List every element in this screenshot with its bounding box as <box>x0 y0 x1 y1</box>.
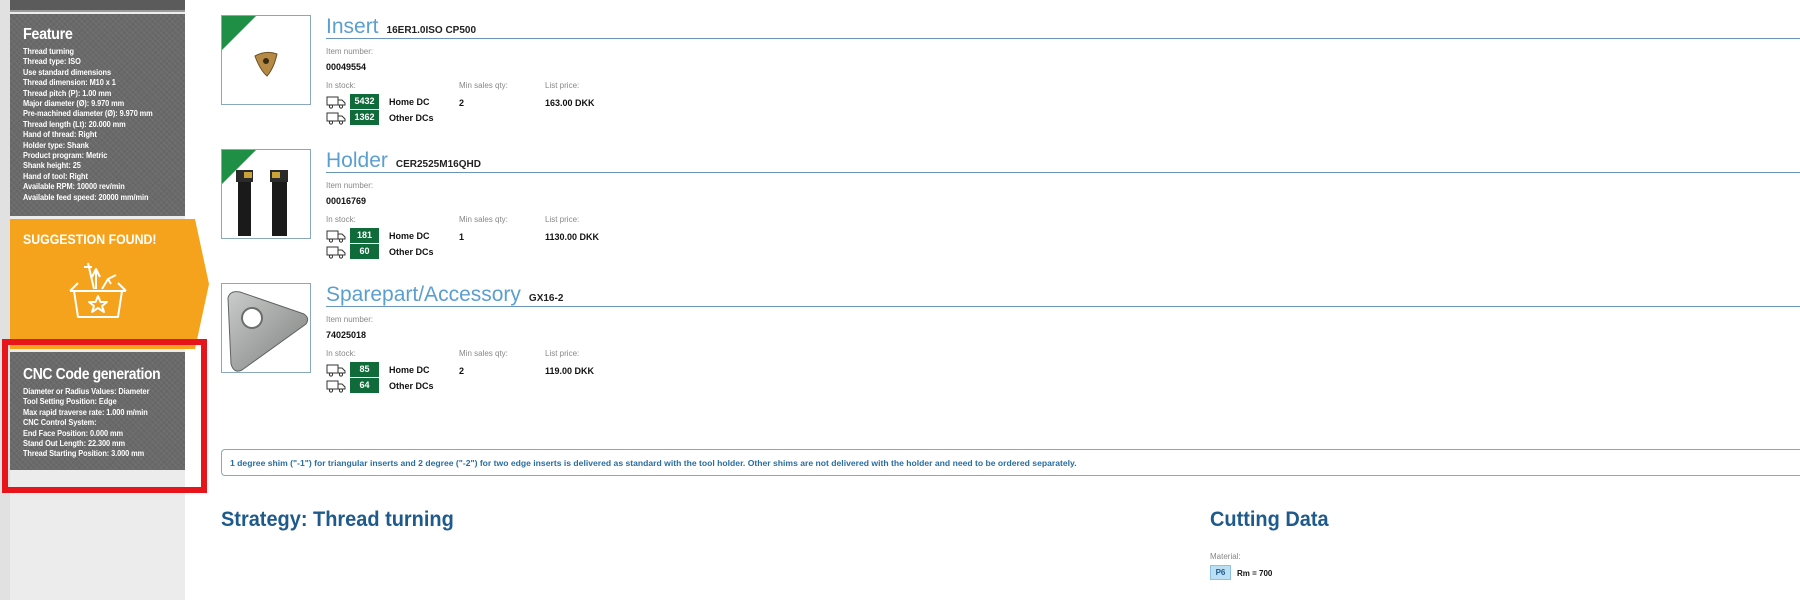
highlight-box <box>2 339 207 493</box>
product-sparepart: Sparepart/Accessory GX16-2 Item number: 7… <box>221 283 1800 393</box>
stock-count-badge: 64 <box>350 378 379 393</box>
min-sales-qty-label: Min sales qty: <box>459 215 508 224</box>
item-number-value: 74025018 <box>326 330 367 340</box>
product-code: CER2525M16QHD <box>395 159 481 170</box>
strategy-heading: Strategy: Thread turning <box>221 508 454 531</box>
min-sales-qty-value: 1 <box>459 232 465 242</box>
new-corner-badge <box>222 16 256 50</box>
product-title-row: Insert 16ER1.0ISO CP500 <box>326 15 1800 39</box>
stock-count-badge: 1362 <box>350 110 379 125</box>
list-price-value: 1130.00 DKK <box>545 232 600 242</box>
item-number-value: 00016769 <box>326 196 367 206</box>
home-dc-label: Home DC <box>389 365 430 375</box>
truck-icon <box>326 112 346 125</box>
sidebar-top-strip <box>10 0 185 12</box>
truck-icon <box>326 230 346 243</box>
stock-count-badge: 60 <box>350 244 379 259</box>
item-number-label: Item number: <box>326 315 374 324</box>
list-price-label: List price: <box>545 81 580 90</box>
suggestion-panel[interactable]: SUGGESTION FOUND! <box>10 219 209 349</box>
material-code-badge[interactable]: P6 <box>1210 565 1231 580</box>
feature-line: Pre-machined diameter (Ø): 9.970 mm <box>23 108 153 119</box>
in-stock-label: In stock: <box>326 81 356 90</box>
feature-line: Use standard dimensions <box>23 66 111 77</box>
product-code: GX16-2 <box>528 293 564 304</box>
feature-list: Thread turning Thread type: ISO Use stan… <box>23 46 175 202</box>
material-label: Material: <box>1210 552 1241 561</box>
feature-line: Product program: Metric <box>23 150 108 161</box>
truck-icon <box>326 380 346 393</box>
truck-icon <box>326 246 346 259</box>
toolbox-star-icon <box>69 262 127 318</box>
feature-title: Feature <box>23 26 73 43</box>
other-dcs-label: Other DCs <box>389 247 434 257</box>
min-sales-qty-label: Min sales qty: <box>459 349 508 358</box>
new-corner-badge <box>222 150 256 184</box>
feature-line: Shank height: 25 <box>23 160 81 171</box>
list-price-value: 163.00 DKK <box>545 98 595 108</box>
feature-line: Thread turning <box>23 46 74 56</box>
min-sales-qty-value: 2 <box>459 366 465 376</box>
other-dcs-label: Other DCs <box>389 381 434 391</box>
holder-image[interactable] <box>221 149 311 239</box>
truck-icon <box>326 364 346 377</box>
min-sales-qty-label: Min sales qty: <box>459 81 508 90</box>
home-dc-label: Home DC <box>389 97 430 107</box>
feature-line: Holder type: Shank <box>23 139 89 150</box>
product-title-row: Sparepart/Accessory GX16-2 <box>326 283 1800 307</box>
feature-line: Hand of tool: Right <box>23 170 88 181</box>
product-title[interactable]: Holder <box>326 149 388 172</box>
list-price-value: 119.00 DKK <box>545 366 595 376</box>
feature-panel[interactable]: Feature Thread turning Thread type: ISO … <box>10 14 185 216</box>
in-stock-label: In stock: <box>326 215 356 224</box>
sidebar-gutter <box>0 0 10 600</box>
stock-count-badge: 85 <box>350 362 379 377</box>
suggestion-title: SUGGESTION FOUND! <box>23 231 157 247</box>
insert-image[interactable] <box>221 15 311 105</box>
product-title[interactable]: Sparepart/Accessory <box>326 283 521 306</box>
in-stock-label: In stock: <box>326 349 356 358</box>
cutting-data-heading: Cutting Data <box>1210 508 1329 531</box>
material-value: Rm = 700 <box>1237 569 1273 578</box>
item-number-label: Item number: <box>326 181 374 190</box>
feature-line: Thread length (Lt): 20.000 mm <box>23 118 126 129</box>
feature-line: Thread pitch (P): 1.00 mm <box>23 87 112 98</box>
truck-icon <box>326 96 346 109</box>
product-title-row: Holder CER2525M16QHD <box>326 149 1800 173</box>
shim-illustration <box>227 291 309 372</box>
shim-note: 1 degree shim ("-1") for triangular inse… <box>221 449 1800 476</box>
product-holder: Holder CER2525M16QHD Item number: 0001676… <box>221 149 1800 259</box>
feature-line: Hand of thread: Right <box>23 129 97 140</box>
shim-image[interactable] <box>221 283 311 373</box>
list-price-label: List price: <box>545 349 580 358</box>
feature-line: Major diameter (Ø): 9.970 mm <box>23 98 125 109</box>
feature-line: Thread type: ISO <box>23 56 81 67</box>
feature-line: Available RPM: 10000 rev/min <box>23 181 125 192</box>
item-number-label: Item number: <box>326 47 374 56</box>
list-price-label: List price: <box>545 215 580 224</box>
stock-count-badge: 181 <box>350 228 379 243</box>
item-number-value: 00049554 <box>326 62 367 72</box>
min-sales-qty-value: 2 <box>459 98 465 108</box>
product-insert: Insert 16ER1.0ISO CP500 Item number: 0004… <box>221 15 1800 125</box>
product-title[interactable]: Insert <box>326 15 379 38</box>
product-code: 16ER1.0ISO CP500 <box>386 25 477 36</box>
stock-count-badge: 5432 <box>350 94 379 109</box>
other-dcs-label: Other DCs <box>389 113 434 123</box>
home-dc-label: Home DC <box>389 231 430 241</box>
feature-line: Available feed speed: 20000 mm/min <box>23 191 149 202</box>
feature-line: Thread dimension: M10 x 1 <box>23 77 116 88</box>
